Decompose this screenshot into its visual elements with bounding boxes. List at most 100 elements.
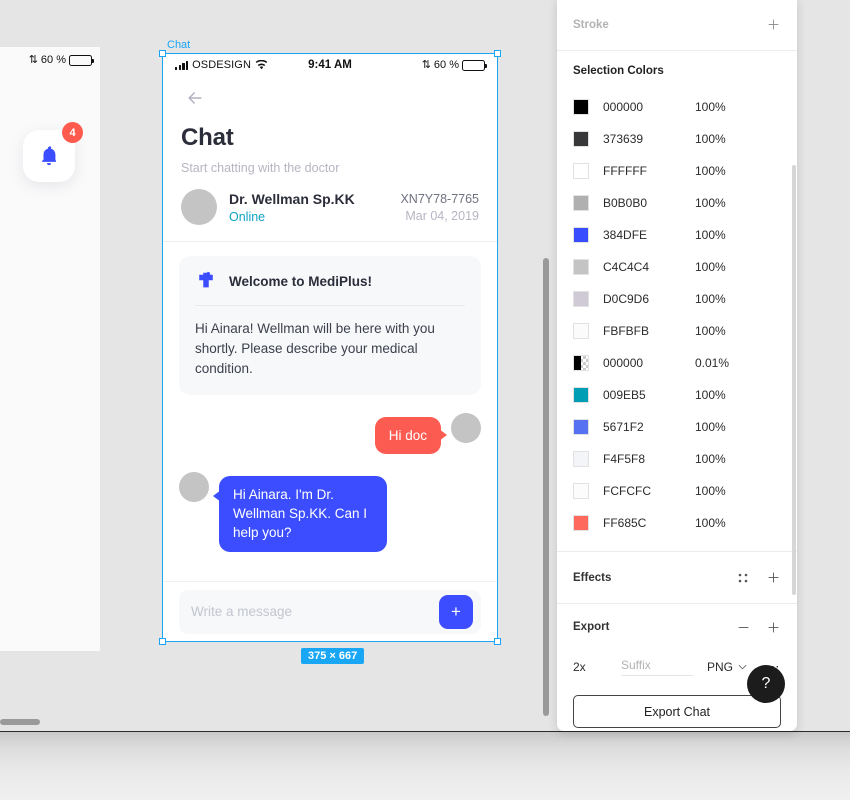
color-hex-value: 373639: [603, 132, 644, 146]
remove-export-button[interactable]: [735, 619, 751, 635]
color-swatch[interactable]: [573, 483, 589, 499]
doctor-name: Dr. Wellman Sp.KK: [229, 190, 355, 207]
panel-scrollbar[interactable]: [792, 165, 796, 595]
page-subtitle: Start chatting with the doctor: [181, 161, 340, 175]
selection-colors-title: Selection Colors: [573, 65, 664, 77]
selection-size-badge: 375 × 667: [301, 648, 365, 664]
selection-color-row[interactable]: 5671F2 100%: [573, 411, 781, 443]
chat-artboard[interactable]: OSDESIGN 9:41 AM ⇅ 60 % Chat Start chatt…: [163, 54, 497, 641]
left-artboard[interactable]: ⇅ 60 % 4 pic...: [0, 47, 100, 651]
doctor-row[interactable]: Dr. Wellman Sp.KK Online XN7Y78-7765 Mar…: [163, 175, 497, 242]
selection-color-row[interactable]: D0C9D6 100%: [573, 283, 781, 315]
selection-color-row[interactable]: FFFFFF 100%: [573, 155, 781, 187]
color-swatch[interactable]: [573, 259, 589, 275]
message-input[interactable]: Write a message: [179, 589, 481, 634]
export-scale-input[interactable]: 2x: [573, 660, 621, 674]
battery-icon: [462, 59, 487, 71]
medical-cross-icon: [199, 271, 213, 288]
effects-label: Effects: [573, 571, 612, 584]
canvas-vertical-scrollbar[interactable]: [543, 258, 549, 716]
selection-color-row[interactable]: 000000 100%: [573, 91, 781, 123]
phone-status-bar: OSDESIGN 9:41 AM ⇅ 60 %: [163, 54, 497, 76]
color-opacity-value: 100%: [695, 228, 726, 242]
color-swatch[interactable]: [573, 387, 589, 403]
page-title: Chat: [181, 124, 234, 151]
doctor-avatar: [181, 189, 217, 225]
help-button[interactable]: ?: [747, 665, 785, 703]
battery-percent-label: 60 %: [40, 54, 66, 66]
selection-color-row[interactable]: 373639 100%: [573, 123, 781, 155]
color-opacity-value: 100%: [695, 516, 726, 530]
selection-color-row[interactable]: 384DFE 100%: [573, 219, 781, 251]
color-hex-value: FFFFFF: [603, 164, 647, 178]
welcome-title: Welcome to MediPlus!: [229, 273, 373, 289]
canvas-horizontal-scrollbar[interactable]: [0, 719, 40, 725]
selection-colors-section: Selection Colors 000000 100% 373639 100% FFF…: [557, 51, 797, 552]
arrow-left-icon[interactable]: [185, 88, 205, 108]
add-export-button[interactable]: [765, 619, 781, 635]
bell-icon: [42, 146, 56, 166]
plus-icon: [768, 572, 778, 583]
export-format-select[interactable]: PNG: [707, 660, 747, 674]
selection-color-row[interactable]: FCFCFC 100%: [573, 475, 781, 507]
color-swatch[interactable]: [573, 163, 589, 179]
plus-icon: [768, 19, 778, 30]
frame-label[interactable]: Chat: [167, 39, 190, 51]
color-swatch[interactable]: [573, 99, 589, 115]
color-swatch[interactable]: [573, 451, 589, 467]
avatar: [179, 472, 209, 503]
battery-icon: [69, 54, 94, 66]
color-hex-value: 000000: [603, 356, 644, 370]
send-button[interactable]: +: [439, 594, 473, 629]
selection-color-row[interactable]: 000000 0.01%: [573, 347, 781, 379]
plus-icon: +: [451, 602, 461, 621]
add-effect-button[interactable]: [765, 570, 781, 586]
selection-color-row[interactable]: C4C4C4 100%: [573, 251, 781, 283]
canvas-bottom-area: [0, 731, 850, 800]
color-hex-value: B0B0B0: [603, 196, 648, 210]
color-hex-value: FBFBFB: [603, 324, 650, 338]
color-opacity-value: 100%: [695, 484, 726, 498]
color-opacity-value: 100%: [695, 196, 726, 210]
color-swatch[interactable]: [573, 419, 589, 435]
color-hex-value: FF685C: [603, 516, 647, 530]
color-opacity-value: 100%: [695, 132, 726, 146]
doctor-status-badge: Online: [229, 209, 266, 224]
color-opacity-value: 100%: [695, 324, 726, 338]
stroke-section: Stroke: [557, 0, 797, 51]
color-opacity-value: 100%: [695, 260, 726, 274]
message-composer[interactable]: Write a message +: [163, 581, 497, 641]
color-swatch[interactable]: [573, 515, 589, 531]
color-hex-value: FCFCFC: [603, 484, 651, 498]
color-opacity-value: 0.01%: [695, 356, 730, 370]
add-stroke-button[interactable]: [765, 17, 781, 33]
notification-bell-card[interactable]: 4: [23, 122, 83, 182]
color-swatch[interactable]: [573, 355, 589, 371]
doctor-session-code: XN7Y78-7765: [400, 191, 479, 206]
selection-color-row[interactable]: B0B0B0 100%: [573, 187, 781, 219]
color-opacity-value: 100%: [695, 452, 726, 466]
welcome-card: Welcome to MediPlus! Hi Ainara! Wellman …: [179, 256, 481, 395]
color-swatch[interactable]: [573, 323, 589, 339]
color-opacity-value: 100%: [695, 420, 726, 434]
selection-color-row[interactable]: F4F5F8 100%: [573, 443, 781, 475]
color-opacity-value: 100%: [695, 164, 726, 178]
back-row[interactable]: [163, 76, 497, 120]
color-swatch[interactable]: [573, 131, 589, 147]
export-format-value: PNG: [707, 660, 734, 674]
effects-style-button[interactable]: [735, 570, 751, 586]
color-swatch[interactable]: [573, 291, 589, 307]
selection-color-row[interactable]: FBFBFB 100%: [573, 315, 781, 347]
selection-color-row[interactable]: 009EB5 100%: [573, 379, 781, 411]
color-swatch[interactable]: [573, 195, 589, 211]
export-suffix-input[interactable]: Suffix: [621, 658, 693, 676]
selection-colors-list: 000000 100% 373639 100% FFFFFF 100% B0B0B0 100%…: [573, 91, 781, 539]
inspector-panel[interactable]: Stroke Selection Colors 000000 100% 373639…: [557, 0, 797, 731]
effects-section: Effects: [557, 552, 797, 604]
plus-icon: [768, 622, 778, 632]
color-swatch[interactable]: [573, 227, 589, 243]
color-opacity-value: 100%: [695, 100, 726, 114]
selection-color-row[interactable]: FF685C 100%: [573, 507, 781, 539]
export-chat-button[interactable]: Export Chat: [573, 695, 781, 728]
bell-badge-count: 4: [62, 122, 83, 143]
